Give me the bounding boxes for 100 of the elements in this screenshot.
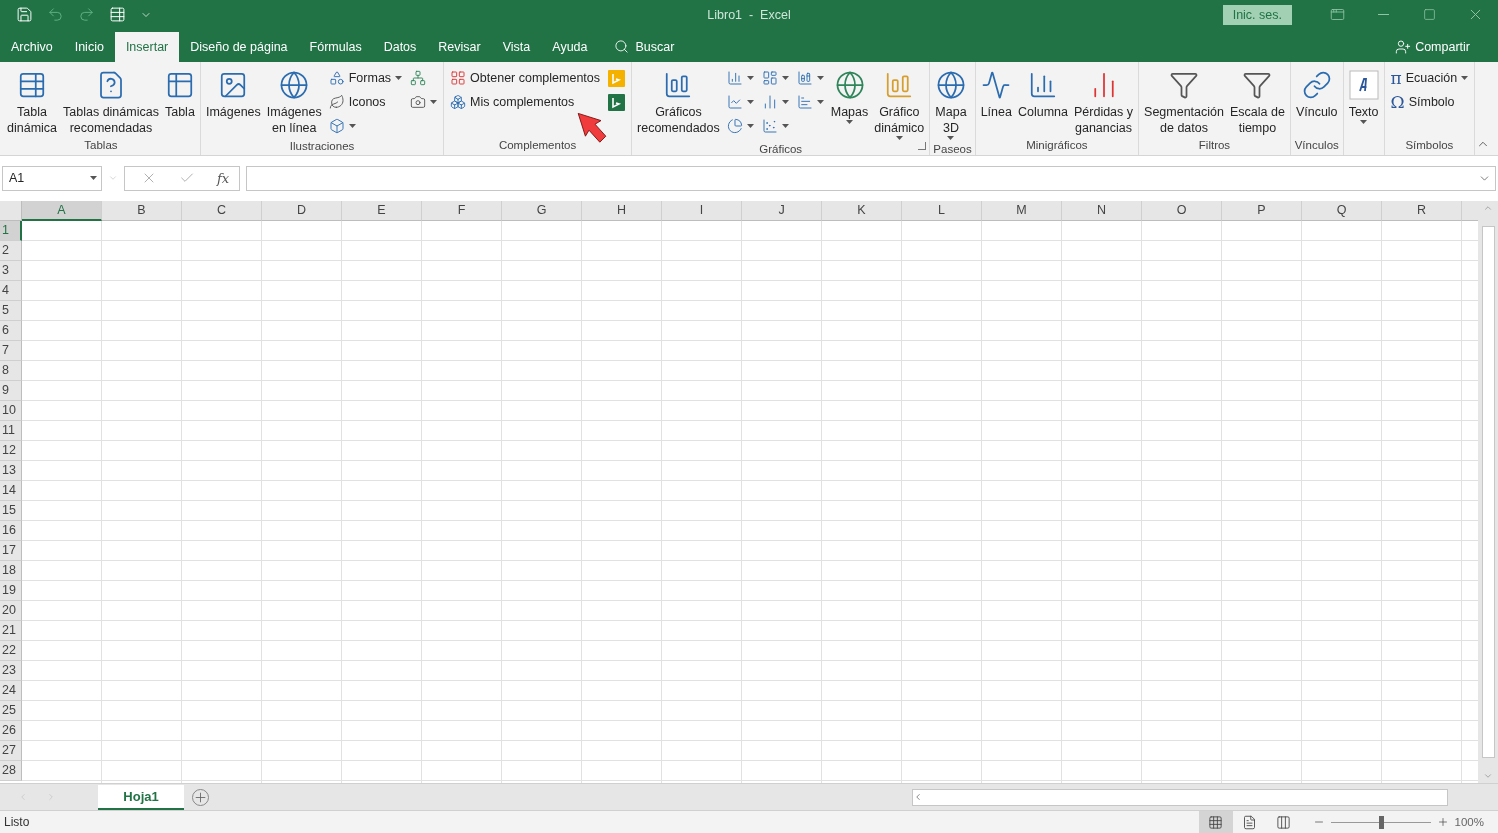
- column-header[interactable]: O: [1142, 200, 1222, 221]
- ribbon-button[interactable]: Línea: [978, 64, 1014, 121]
- ribbon-button[interactable]: Obtener complementos: [447, 66, 604, 90]
- view-button[interactable]: [1198, 811, 1233, 833]
- column-header[interactable]: P: [1222, 200, 1302, 221]
- view-icon: [1208, 814, 1224, 830]
- ribbon-button[interactable]: Mis complementos: [447, 90, 604, 114]
- ribbon-button[interactable]: Tablas dinámicas recomendadas: [61, 64, 161, 137]
- row-header[interactable]: 7: [0, 340, 22, 361]
- row-header[interactable]: 22: [0, 640, 22, 661]
- ribbon-tab[interactable]: Inicio: [63, 31, 115, 62]
- row-header[interactable]: 18: [0, 560, 22, 581]
- horizontal-scrollbar[interactable]: [912, 788, 1448, 806]
- ribbon-tab[interactable]: Fórmulas: [298, 31, 373, 62]
- row-header[interactable]: 27: [0, 740, 22, 761]
- camera-icon: [410, 94, 427, 111]
- select-all-corner[interactable]: [0, 200, 22, 221]
- ribbon-button[interactable]: Gráficos recomendados: [635, 64, 722, 137]
- column-header[interactable]: H: [582, 200, 662, 221]
- ribbon-button[interactable]: Iconos: [325, 90, 406, 114]
- zoom-in-icon: [1436, 816, 1449, 828]
- ribbon-button[interactable]: Mapas: [828, 64, 871, 125]
- ribbon-button[interactable]: Vínculo: [1293, 64, 1340, 121]
- ribbon-button[interactable]: Columna: [1015, 64, 1070, 121]
- column-header[interactable]: J: [742, 200, 822, 221]
- row-header[interactable]: 12: [0, 440, 22, 461]
- ribbon-button[interactable]: Imágenes en línea: [264, 64, 324, 137]
- window-title: Libro1 - Excel: [707, 7, 791, 22]
- row-header[interactable]: 9: [0, 380, 22, 401]
- ribbon-tab[interactable]: Ayuda: [541, 31, 599, 62]
- row-header[interactable]: 14: [0, 480, 22, 501]
- column-header[interactable]: [1462, 200, 1478, 221]
- formula-input[interactable]: [246, 165, 1496, 191]
- column-header[interactable]: N: [1062, 200, 1142, 221]
- column-header[interactable]: M: [982, 200, 1062, 221]
- ribbon-button[interactable]: Imágenes: [203, 64, 263, 121]
- scroll-thumb[interactable]: [1481, 225, 1495, 758]
- dialog-launcher-icon[interactable]: [918, 141, 927, 150]
- ribbon-button[interactable]: Tabla: [162, 64, 197, 121]
- row-header[interactable]: 23: [0, 660, 22, 681]
- column-header[interactable]: C: [182, 200, 262, 221]
- row-header[interactable]: 6: [0, 320, 22, 341]
- row-header[interactable]: 15: [0, 500, 22, 521]
- column-header[interactable]: D: [262, 200, 342, 221]
- row-header[interactable]: 21: [0, 620, 22, 641]
- zoom-level: 100%: [1454, 816, 1484, 828]
- column-header[interactable]: L: [902, 200, 982, 221]
- ribbon-tab[interactable]: Revisar: [427, 31, 492, 62]
- column-header[interactable]: A: [22, 200, 102, 221]
- row-header[interactable]: 11: [0, 420, 22, 441]
- row-header[interactable]: 20: [0, 600, 22, 621]
- name-box[interactable]: A1: [2, 165, 102, 191]
- row-header[interactable]: 5: [0, 300, 22, 321]
- row-header[interactable]: 24: [0, 680, 22, 701]
- share-button[interactable]: Compartir: [1389, 31, 1476, 62]
- cell-grid[interactable]: [22, 220, 1478, 784]
- column-header[interactable]: F: [422, 200, 502, 221]
- hierarchy-icon: [410, 70, 427, 87]
- row-header[interactable]: 3: [0, 260, 22, 281]
- column-header[interactable]: B: [102, 200, 182, 221]
- column-header[interactable]: K: [822, 200, 902, 221]
- column-header[interactable]: Q: [1302, 200, 1382, 221]
- ribbon-button[interactable]: Pérdidas y ganancias: [1072, 64, 1136, 137]
- row-header[interactable]: 28: [0, 760, 22, 781]
- zoom-slider-thumb[interactable]: [1378, 815, 1384, 829]
- sign-in-button[interactable]: Inic. ses.: [1222, 4, 1292, 25]
- ribbon-button[interactable]: Ω Símbolo: [1387, 90, 1472, 114]
- ribbon-tab[interactable]: Archivo: [0, 31, 64, 62]
- ribbon-button[interactable]: π Ecuación: [1387, 66, 1472, 90]
- row-header[interactable]: 8: [0, 360, 22, 381]
- ribbon-button[interactable]: Segmentación de datos: [1142, 64, 1226, 137]
- row-header[interactable]: 16: [0, 520, 22, 541]
- row-header[interactable]: 1: [0, 220, 22, 241]
- ribbon-button[interactable]: Escala de tiempo: [1227, 64, 1287, 137]
- ribbon-button[interactable]: Gráfico dinámico: [872, 64, 927, 141]
- ribbon-button[interactable]: Tabla dinámica: [5, 64, 60, 137]
- column-header[interactable]: I: [662, 200, 742, 221]
- leaf-icon: [328, 94, 345, 111]
- column-header[interactable]: R: [1382, 200, 1462, 221]
- row-header[interactable]: 17: [0, 540, 22, 561]
- insert-function-button[interactable]: fx: [217, 170, 230, 186]
- search-button[interactable]: Buscar: [608, 31, 681, 62]
- ribbon-tab[interactable]: Datos: [372, 31, 428, 62]
- column-header[interactable]: E: [342, 200, 422, 221]
- row-header[interactable]: 10: [0, 400, 22, 421]
- ribbon-tab[interactable]: Diseño de página: [179, 31, 299, 62]
- ribbon-button[interactable]: Texto: [1346, 64, 1381, 125]
- ribbon-button[interactable]: Mapa 3D: [933, 64, 969, 141]
- row-header[interactable]: 13: [0, 460, 22, 481]
- row-header[interactable]: 2: [0, 240, 22, 261]
- ribbon-button[interactable]: Formas: [325, 66, 406, 90]
- sheet-tab[interactable]: Hoja1: [98, 784, 184, 810]
- ribbon-tab[interactable]: Vista: [491, 31, 542, 62]
- undo-icon: [47, 6, 64, 24]
- row-header[interactable]: 19: [0, 580, 22, 601]
- row-header[interactable]: 26: [0, 720, 22, 741]
- row-header[interactable]: 4: [0, 280, 22, 301]
- column-header[interactable]: G: [502, 200, 582, 221]
- row-header[interactable]: 25: [0, 700, 22, 721]
- ribbon-tab[interactable]: Insertar: [114, 31, 180, 62]
